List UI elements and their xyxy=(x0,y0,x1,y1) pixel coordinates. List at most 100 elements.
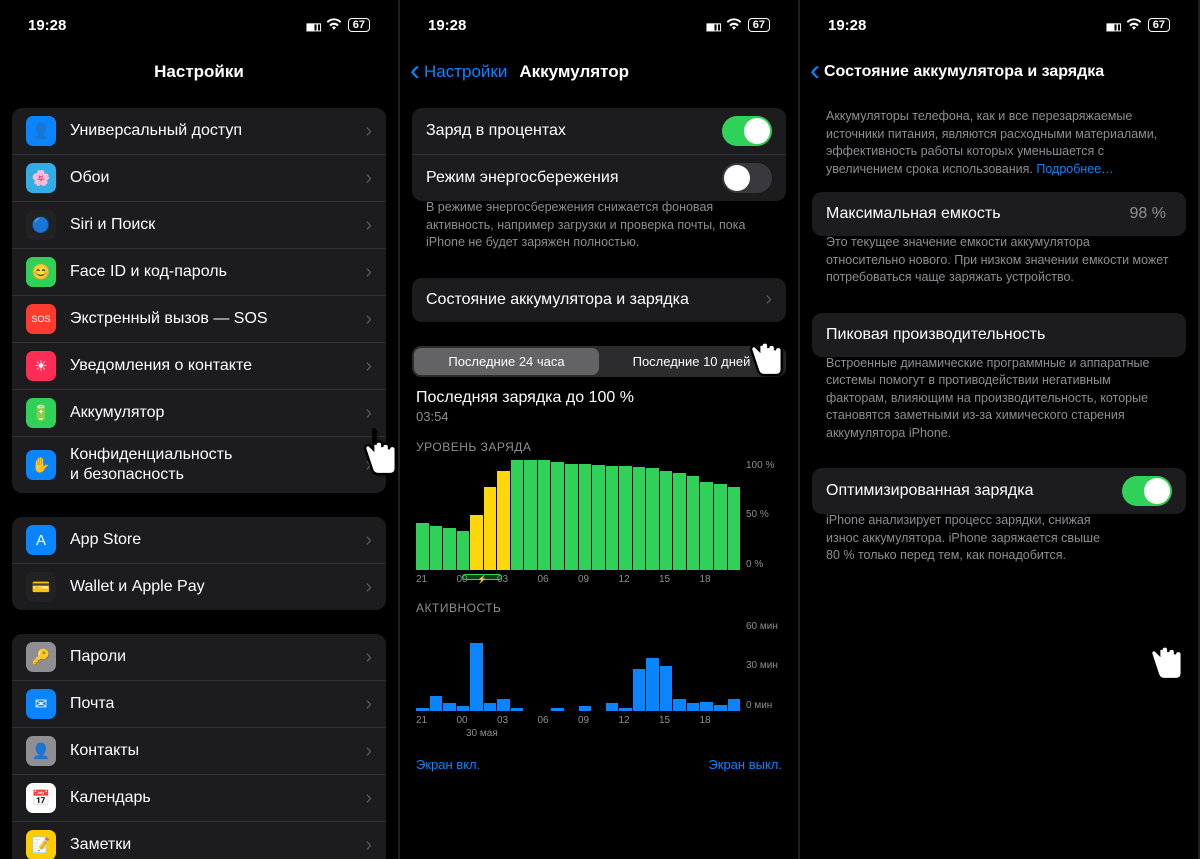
activity-bar xyxy=(443,703,456,711)
max-capacity-row: Максимальная емкость 98 % xyxy=(812,192,1186,236)
settings-row[interactable]: ☀Уведомления о контакте› xyxy=(12,343,386,390)
activity-bar xyxy=(430,696,443,711)
settings-row[interactable]: 🔋 Аккумулятор› xyxy=(12,390,386,437)
row-label: Универсальный доступ xyxy=(70,121,365,141)
level-bar xyxy=(714,484,727,570)
level-bar xyxy=(524,460,537,570)
row-label: Уведомления о контакте xyxy=(70,356,365,376)
app-icon: 🔑 xyxy=(26,642,56,672)
level-bar xyxy=(416,523,429,569)
activity-chart: АКТИВНОСТЬ 60 мин 30 мин 0 мин 210003060… xyxy=(400,595,798,749)
settings-row[interactable]: AApp Store› xyxy=(12,517,386,564)
low-power-mode-row[interactable]: Режим энергосбережения xyxy=(412,155,786,201)
activity-bar xyxy=(714,705,727,711)
settings-row[interactable]: 💳 Wallet и Apple Pay› xyxy=(12,564,386,610)
toggle-low-power-mode[interactable] xyxy=(722,163,772,193)
row-label: Экстренный вызов — SOS xyxy=(70,309,365,329)
settings-row[interactable]: 🔵Siri и Поиск› xyxy=(12,202,386,249)
back-button[interactable] xyxy=(810,65,820,80)
wifi-icon xyxy=(1126,17,1142,34)
settings-row[interactable]: 📝Заметки› xyxy=(12,822,386,859)
level-bar xyxy=(579,464,592,570)
toggle-battery-percentage[interactable] xyxy=(722,116,772,146)
segment-10d[interactable]: Последние 10 дней xyxy=(599,348,784,375)
row-label: App Store xyxy=(70,530,365,550)
app-icon: 📅 xyxy=(26,783,56,813)
cellular-icon xyxy=(706,17,720,34)
row-label: Заметки xyxy=(70,835,365,855)
row-label: Календарь xyxy=(70,788,365,808)
level-bar xyxy=(619,466,632,569)
cellular-icon xyxy=(1106,17,1120,34)
nav-bar: Настройки Аккумулятор xyxy=(400,50,798,94)
battery-screen: 19:28 67 Настройки Аккумулятор Заряд в п… xyxy=(400,0,800,859)
low-power-footer: В режиме энергосбережения снижается фоно… xyxy=(400,199,798,268)
level-bar xyxy=(728,487,741,570)
chevron-right-icon: › xyxy=(765,288,772,311)
status-time: 19:28 xyxy=(828,17,866,34)
chevron-right-icon: › xyxy=(365,787,372,810)
level-bar xyxy=(497,471,510,570)
page-title: Аккумулятор xyxy=(519,62,629,82)
activity-legend: Экран вкл. Экран выкл. xyxy=(400,749,798,772)
status-bar: 19:28 67 xyxy=(800,0,1198,50)
level-bar xyxy=(457,531,470,570)
activity-bar xyxy=(728,699,741,711)
level-bar xyxy=(646,468,659,569)
level-bar xyxy=(430,526,443,570)
settings-row[interactable]: ✋Конфиденциальностьи безопасность› xyxy=(12,437,386,493)
level-bar xyxy=(511,460,524,570)
level-bar xyxy=(551,462,564,570)
chevron-right-icon: › xyxy=(365,402,372,425)
app-icon: 🔵 xyxy=(26,210,56,240)
row-label: Wallet и Apple Pay xyxy=(70,577,365,597)
app-icon: SOS xyxy=(26,304,56,334)
chevron-right-icon: › xyxy=(365,167,372,190)
app-icon: 👤 xyxy=(26,116,56,146)
segment-24h[interactable]: Последние 24 часа xyxy=(414,348,599,375)
app-icon: 💳 xyxy=(26,572,56,602)
chevron-right-icon: › xyxy=(365,693,372,716)
settings-row[interactable]: 👤Контакты› xyxy=(12,728,386,775)
row-label: Аккумулятор xyxy=(70,403,365,423)
settings-row[interactable]: ✉Почта› xyxy=(12,681,386,728)
settings-row[interactable]: 👤 Универсальный доступ› xyxy=(12,108,386,155)
activity-bar xyxy=(511,708,524,711)
level-bar xyxy=(592,465,605,570)
battery-health-row[interactable]: Состояние аккумулятора и зарядка › xyxy=(412,278,786,322)
status-time: 19:28 xyxy=(428,17,466,34)
battery-percentage-row[interactable]: Заряд в процентах xyxy=(412,108,786,155)
row-label: Пароли xyxy=(70,647,365,667)
time-range-segmented-control[interactable]: Последние 24 часа Последние 10 дней xyxy=(412,346,786,377)
last-charge-info: Последняя зарядка до 100 % 03:54 xyxy=(400,385,798,434)
activity-bar xyxy=(484,703,497,711)
chevron-right-icon: › xyxy=(365,576,372,599)
chevron-right-icon: › xyxy=(365,529,372,552)
chevron-right-icon: › xyxy=(365,740,372,763)
level-bar xyxy=(700,482,713,570)
app-icon: 😊 xyxy=(26,257,56,287)
settings-row[interactable]: 📅 Календарь› xyxy=(12,775,386,822)
back-button[interactable]: Настройки xyxy=(410,62,507,82)
intro-text: Аккумуляторы телефона, как и все перезар… xyxy=(800,108,1198,182)
activity-bar xyxy=(646,658,659,711)
level-bar xyxy=(470,515,483,570)
app-icon: ✋ xyxy=(26,450,56,480)
app-icon: 🌸 xyxy=(26,163,56,193)
settings-row[interactable]: SOSЭкстренный вызов — SOS› xyxy=(12,296,386,343)
activity-bar xyxy=(687,703,700,711)
level-bar xyxy=(443,528,456,570)
app-icon: 🔋 xyxy=(26,398,56,428)
settings-row[interactable]: 😊Face ID и код-пароль› xyxy=(12,249,386,296)
page-title: Настройки xyxy=(0,62,398,82)
cellular-icon xyxy=(306,17,320,34)
optimized-charging-row[interactable]: Оптимизированная зарядка xyxy=(812,468,1186,514)
row-label: Обои xyxy=(70,168,365,188)
settings-row[interactable]: 🌸 Обои› xyxy=(12,155,386,202)
toggle-optimized-charging[interactable] xyxy=(1122,476,1172,506)
learn-more-link[interactable]: Подробнее… xyxy=(1036,162,1113,176)
battery-level-chart: УРОВЕНЬ ЗАРЯДА ⚡ 100 % 50 % 0 % 21000306… xyxy=(400,434,798,595)
settings-row[interactable]: 🔑Пароли› xyxy=(12,634,386,681)
chevron-right-icon: › xyxy=(365,120,372,143)
nav-bar: Настройки xyxy=(0,50,398,94)
